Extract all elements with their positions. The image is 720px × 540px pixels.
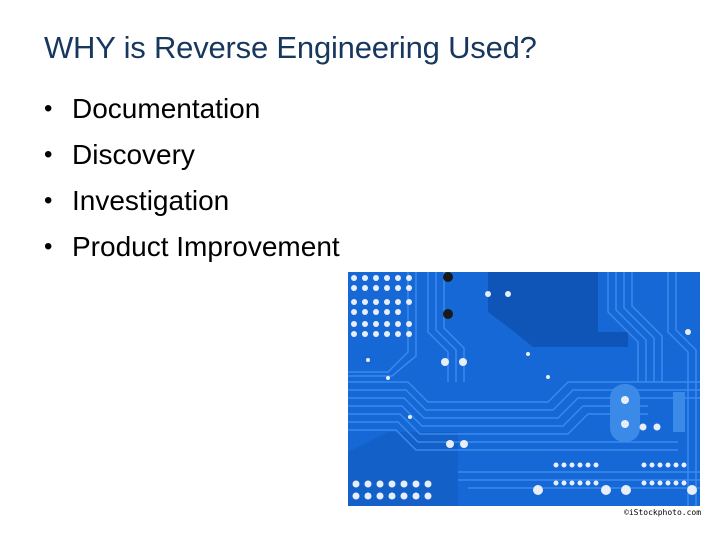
bullet-item: • Documentation (44, 86, 340, 132)
bullet-text: Documentation (72, 93, 261, 124)
bullet-item: • Product Improvement (44, 224, 340, 270)
bullet-text: Product Improvement (72, 231, 340, 262)
bullet-text: Investigation (72, 185, 230, 216)
bullet-item: • Investigation (44, 178, 340, 224)
image-credit: ©iStockphoto.com (624, 508, 702, 517)
bullet-icon: • (44, 233, 53, 260)
bullet-item: • Discovery (44, 132, 340, 178)
slide-title: WHY is Reverse Engineering Used? (44, 30, 537, 65)
bullet-icon: • (44, 141, 53, 168)
circuit-board-icon (348, 272, 700, 506)
bullet-list: • Documentation • Discovery • Investigation… (44, 86, 340, 270)
bullet-icon: • (44, 95, 53, 122)
circuit-board-image (348, 272, 700, 506)
bullet-icon: • (44, 187, 53, 214)
bullet-text: Discovery (72, 139, 195, 170)
